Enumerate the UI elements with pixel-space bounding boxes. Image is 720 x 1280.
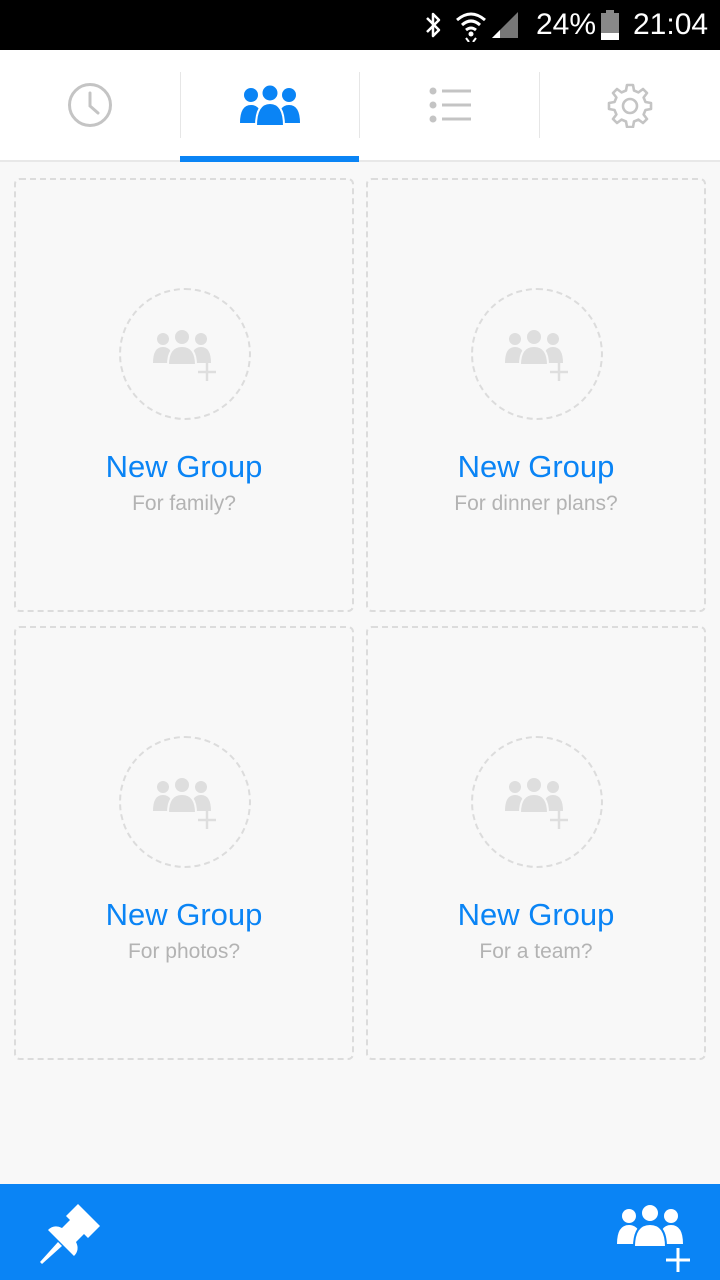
card-title: New Group xyxy=(105,897,263,932)
group-placeholder-avatar xyxy=(119,288,251,420)
tab-recent[interactable] xyxy=(0,50,180,160)
groups-icon xyxy=(240,83,300,127)
add-group-placeholder-icon xyxy=(505,776,568,829)
add-group-icon[interactable] xyxy=(616,1202,692,1272)
bluetooth-icon xyxy=(426,12,441,38)
list-icon xyxy=(429,87,471,123)
group-placeholder-avatar xyxy=(119,736,251,868)
new-group-card[interactable]: New Group For a team? xyxy=(366,626,706,1060)
wifi-icon xyxy=(456,12,486,42)
tab-groups[interactable] xyxy=(180,50,360,160)
new-group-card[interactable]: New Group For family? xyxy=(14,178,354,612)
active-tab-indicator xyxy=(180,156,359,162)
add-group-placeholder-icon xyxy=(153,328,216,381)
tab-settings[interactable] xyxy=(540,50,720,160)
card-title: New Group xyxy=(457,449,615,484)
card-subtitle: For family? xyxy=(132,492,236,515)
card-title: New Group xyxy=(457,897,615,932)
bottom-action-bar xyxy=(0,1184,720,1280)
add-group-placeholder-icon xyxy=(153,776,216,829)
battery-percentage: 24% xyxy=(536,8,597,41)
card-subtitle: For dinner plans? xyxy=(454,492,618,515)
signal-icon xyxy=(492,12,518,38)
clock-icon xyxy=(68,83,112,127)
tab-bar xyxy=(0,50,720,162)
card-subtitle: For photos? xyxy=(127,940,241,963)
status-bar: 24% 21:04 xyxy=(0,0,720,50)
new-group-card[interactable]: New Group For dinner plans? xyxy=(366,178,706,612)
group-placeholder-avatar xyxy=(471,736,603,868)
clock-time: 21:04 xyxy=(633,8,709,41)
card-title: New Group xyxy=(105,449,263,484)
add-group-placeholder-icon xyxy=(505,328,568,381)
group-placeholder-avatar xyxy=(471,288,603,420)
tab-lists[interactable] xyxy=(360,50,540,160)
card-subtitle: For a team? xyxy=(479,940,593,963)
new-group-card[interactable]: New Group For photos? xyxy=(14,626,354,1060)
gear-icon xyxy=(607,83,653,128)
pin-icon[interactable] xyxy=(36,1202,102,1268)
battery-icon xyxy=(601,10,619,40)
